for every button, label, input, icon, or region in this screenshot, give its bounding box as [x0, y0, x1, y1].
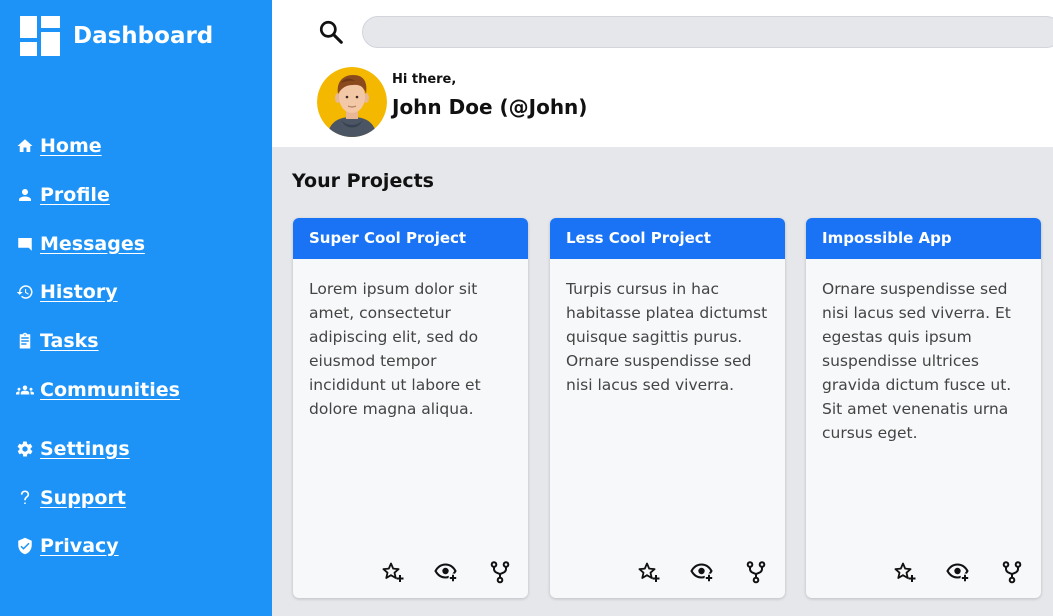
project-title[interactable]: Super Cool Project	[293, 218, 528, 259]
star-add-icon[interactable]	[893, 560, 917, 584]
nav-label: Home	[40, 135, 102, 157]
section-title: Your Projects	[292, 170, 434, 192]
watch-icon[interactable]	[946, 560, 970, 584]
nav-item-profile[interactable]: Profile	[16, 181, 110, 209]
history-icon	[16, 285, 33, 299]
project-description: Lorem ipsum dolor sit amet, consectetur …	[309, 280, 481, 418]
header: Hi there, John Doe (@John)	[272, 0, 1053, 147]
brand[interactable]: Dashboard	[20, 16, 213, 56]
project-card: Impossible App Ornare suspendisse sed ni…	[806, 218, 1041, 598]
message-icon	[18, 238, 32, 251]
greeting-text: Hi there,	[392, 72, 457, 87]
star-add-icon[interactable]	[381, 560, 405, 584]
project-title[interactable]: Impossible App	[806, 218, 1041, 259]
dashboard-logo-icon	[20, 16, 60, 56]
nav-label: Tasks	[40, 330, 99, 352]
home-icon	[17, 139, 33, 152]
project-card: Less Cool Project Turpis cursus in hac h…	[550, 218, 785, 598]
card-actions	[293, 560, 528, 584]
nav-label: Support	[40, 487, 126, 509]
star-add-icon[interactable]	[637, 560, 661, 584]
watch-icon[interactable]	[434, 560, 458, 584]
nav-item-messages[interactable]: Messages	[16, 230, 145, 258]
shield-icon	[18, 537, 32, 555]
nav-item-support[interactable]: Support	[16, 484, 126, 512]
user-name: John Doe (@John)	[392, 95, 588, 119]
nav-label: Privacy	[40, 535, 119, 557]
nav-label: Communities	[40, 379, 180, 401]
sidebar: Dashboard Home Profile Messages History …	[0, 0, 272, 616]
question-icon	[20, 490, 30, 504]
fork-icon[interactable]	[488, 560, 512, 584]
project-description: Turpis cursus in hac habitasse platea di…	[566, 280, 768, 394]
gear-icon	[17, 441, 33, 457]
app-title: Dashboard	[73, 23, 214, 49]
person-icon	[19, 189, 31, 201]
clipboard-icon	[19, 332, 31, 349]
user-avatar-icon	[317, 67, 387, 137]
fork-icon[interactable]	[1000, 560, 1024, 584]
nav-label: Profile	[40, 184, 110, 206]
nav-item-tasks[interactable]: Tasks	[16, 327, 99, 355]
nav-item-privacy[interactable]: Privacy	[16, 532, 119, 560]
group-icon	[16, 385, 34, 395]
nav-label: Messages	[40, 233, 146, 255]
project-title[interactable]: Less Cool Project	[550, 218, 785, 259]
fork-icon[interactable]	[744, 560, 768, 584]
search-input[interactable]	[362, 16, 1053, 48]
avatar[interactable]	[317, 67, 387, 137]
nav-label: History	[40, 281, 118, 303]
card-actions	[806, 560, 1041, 584]
project-card: Super Cool Project Lorem ipsum dolor sit…	[293, 218, 528, 598]
nav-item-communities[interactable]: Communities	[16, 376, 180, 404]
project-description: Ornare suspendisse sed nisi lacus sed vi…	[822, 280, 1012, 442]
nav-item-history[interactable]: History	[16, 278, 118, 306]
search-icon[interactable]	[318, 19, 344, 45]
nav-item-settings[interactable]: Settings	[16, 435, 130, 463]
nav-label: Settings	[40, 438, 130, 460]
nav-item-home[interactable]: Home	[16, 132, 102, 160]
card-actions	[550, 560, 785, 584]
watch-icon[interactable]	[690, 560, 714, 584]
